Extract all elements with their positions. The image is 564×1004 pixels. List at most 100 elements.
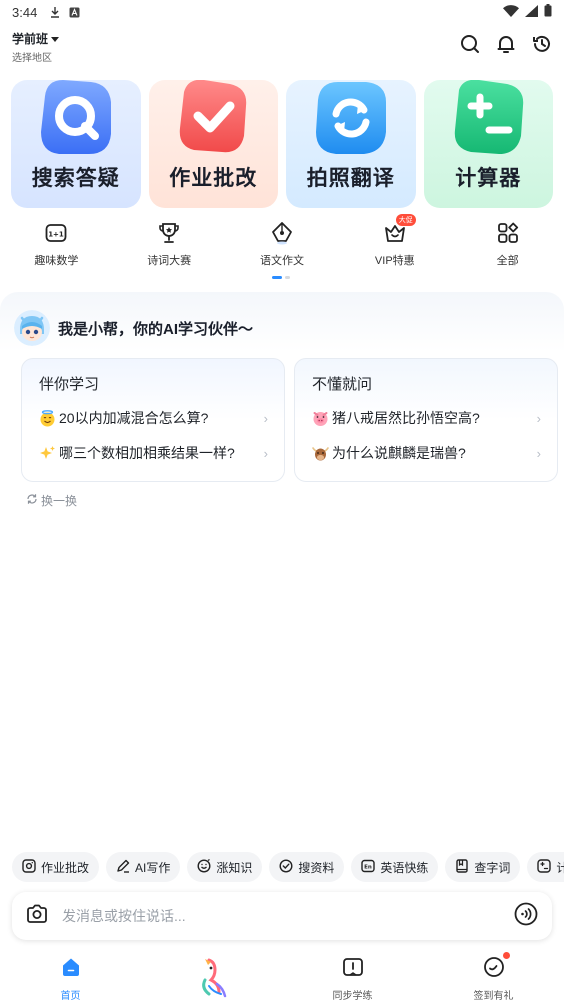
tools-pager: [272, 276, 290, 279]
tool-vip[interactable]: 大促 VIP特惠: [338, 214, 451, 270]
pencil-icon: [116, 859, 130, 876]
feature-card-label: 作业批改: [169, 167, 258, 190]
chip-homework[interactable]: 作业批改: [12, 852, 100, 882]
open-book-icon: [342, 956, 364, 983]
suggestion-card-title: 不懂就问: [312, 373, 373, 396]
tool-label: 语文作文: [259, 255, 304, 267]
home-icon: [60, 956, 82, 983]
chip-label: 英语快练: [380, 860, 429, 875]
tool-poetry[interactable]: 诗词大赛: [113, 220, 226, 270]
nav-checkin[interactable]: 签到有礼: [423, 950, 564, 1004]
feature-card-label: 计算器: [455, 167, 522, 190]
history-icon[interactable]: [532, 34, 552, 54]
chip-label: 作业批改: [41, 860, 90, 875]
suggestion-question-text: 为什么说麒麟是瑞兽?: [332, 445, 466, 461]
pager-dot-active: [272, 276, 282, 279]
signal-icon: [525, 4, 538, 20]
wifi-icon: [503, 4, 519, 20]
chip-english[interactable]: En 英语快练: [351, 852, 439, 882]
region-label: 选择地区: [12, 53, 52, 64]
chevron-right-icon: ›: [263, 445, 268, 461]
math-card-icon: 1+1: [43, 220, 69, 246]
voice-icon[interactable]: [514, 902, 538, 931]
feature-card-translate[interactable]: 拍照翻译: [286, 80, 416, 208]
nav-mascot[interactable]: [141, 950, 282, 1004]
chip-label: 查字词: [474, 860, 511, 875]
chip-label: 搜资料: [298, 860, 335, 875]
feature-card-search[interactable]: 搜索答疑: [11, 80, 141, 208]
camera-icon[interactable]: [26, 904, 48, 929]
ox-emoji: [312, 445, 329, 462]
quick-chips: 作业批改 AI写作 涨知识 搜资料 En 英语快练 查字词 计算: [12, 852, 564, 882]
search-icon: [40, 80, 111, 154]
tool-essay[interactable]: 语文作文: [226, 220, 339, 270]
chip-label: 计算: [556, 860, 564, 875]
tools-row: 1+1 趣味数学 诗词大赛 语文作文 大促 VIP特惠 全部: [0, 214, 564, 270]
calc-square-icon: [537, 858, 552, 876]
sync-icon: [315, 82, 386, 154]
camera-square-icon: [22, 858, 36, 876]
nav-label: 签到有礼: [473, 991, 514, 1002]
nav-sync-study[interactable]: 同步学练: [282, 950, 423, 1004]
chip-label: 涨知识: [216, 860, 253, 875]
top-header: 学前班 选择地区: [0, 26, 564, 64]
check-circle-icon: [279, 858, 293, 876]
search-icon[interactable]: [460, 34, 480, 54]
chip-ai-writing[interactable]: AI写作: [106, 852, 181, 882]
nav-home[interactable]: 首页: [0, 950, 141, 1004]
refresh-label: 换一换: [41, 494, 78, 508]
halo-smile-emoji: [39, 409, 56, 427]
suggestion-question[interactable]: 为什么说麒麟是瑞兽? ›: [312, 442, 541, 464]
feature-card-label: 拍照翻译: [306, 167, 395, 190]
pen-nib-icon: [269, 220, 295, 246]
suggestion-card-ask: 不懂就问 猪八戒居然比孙悟空高? › 为什么说麒麟是瑞兽? ›: [294, 358, 558, 482]
notification-dot: [503, 952, 510, 959]
grid-icon: [495, 220, 521, 246]
tool-label: VIP特惠: [374, 255, 415, 267]
tool-label: 全部: [496, 255, 519, 267]
chip-calculate[interactable]: 计算: [527, 852, 564, 882]
bell-icon[interactable]: [496, 34, 516, 54]
suggestion-question[interactable]: 哪三个数相加相乘结果一样? ›: [39, 442, 268, 464]
svg-text:En: En: [365, 864, 373, 870]
chip-knowledge[interactable]: 涨知识: [187, 852, 263, 882]
feature-card-calculator[interactable]: 计算器: [423, 80, 553, 208]
chevron-right-icon: ›: [263, 410, 268, 426]
message-input[interactable]: 发消息或按住说话...: [62, 906, 514, 926]
checkin-icon: [483, 956, 505, 983]
bot-greeting: 我是小帮，你的AI学习伙伴～: [14, 310, 253, 346]
message-input-bar: 发消息或按住说话...: [12, 892, 552, 940]
suggestion-question-text: 猪八戒居然比孙悟空高?: [332, 410, 480, 426]
svg-text:1+1: 1+1: [49, 231, 65, 239]
book-icon: [455, 858, 469, 876]
chip-search[interactable]: 搜资料: [269, 852, 345, 882]
sparkles-emoji: [39, 445, 56, 462]
mascot-bird-icon: [195, 956, 229, 1004]
bot-avatar: [14, 310, 50, 346]
status-time: 3:44: [12, 4, 38, 20]
suggestion-question[interactable]: 20以内加减混合怎么算? ›: [39, 407, 268, 429]
crown-icon: 大促: [382, 214, 416, 246]
tool-all[interactable]: 全部: [451, 220, 564, 270]
grade-selector[interactable]: 学前班 选择地区: [12, 30, 60, 64]
caret-down-icon: [51, 32, 60, 46]
feature-card-homework[interactable]: 作业批改: [148, 80, 278, 208]
tool-math[interactable]: 1+1 趣味数学: [0, 220, 113, 270]
trophy-icon: [156, 220, 182, 246]
pig-emoji: [312, 410, 329, 427]
nav-label: 同步学练: [332, 991, 373, 1002]
chevron-right-icon: ›: [536, 445, 541, 461]
chip-dictionary[interactable]: 查字词: [445, 852, 521, 882]
nav-label: 首页: [60, 991, 81, 1002]
suggestion-card-learn: 伴你学习 20以内加减混合怎么算? › 哪三个数相加相乘结果一样? ›: [21, 358, 285, 482]
suggestion-question-text: 20以内加减混合怎么算?: [59, 410, 209, 426]
refresh-suggestions-button[interactable]: 换一换: [26, 492, 77, 509]
smile-bulb-icon: [197, 858, 211, 876]
suggestion-card-title: 伴你学习: [39, 373, 100, 396]
chevron-right-icon: ›: [536, 410, 541, 426]
status-bar: 3:44: [0, 0, 564, 24]
battery-icon: [544, 4, 552, 20]
suggestion-question[interactable]: 猪八戒居然比孙悟空高? ›: [312, 407, 541, 429]
check-icon: [180, 80, 247, 153]
chat-panel: 我是小帮，你的AI学习伙伴～ 伴你学习 20以内加减混合怎么算? › 哪三个数相…: [0, 292, 564, 852]
